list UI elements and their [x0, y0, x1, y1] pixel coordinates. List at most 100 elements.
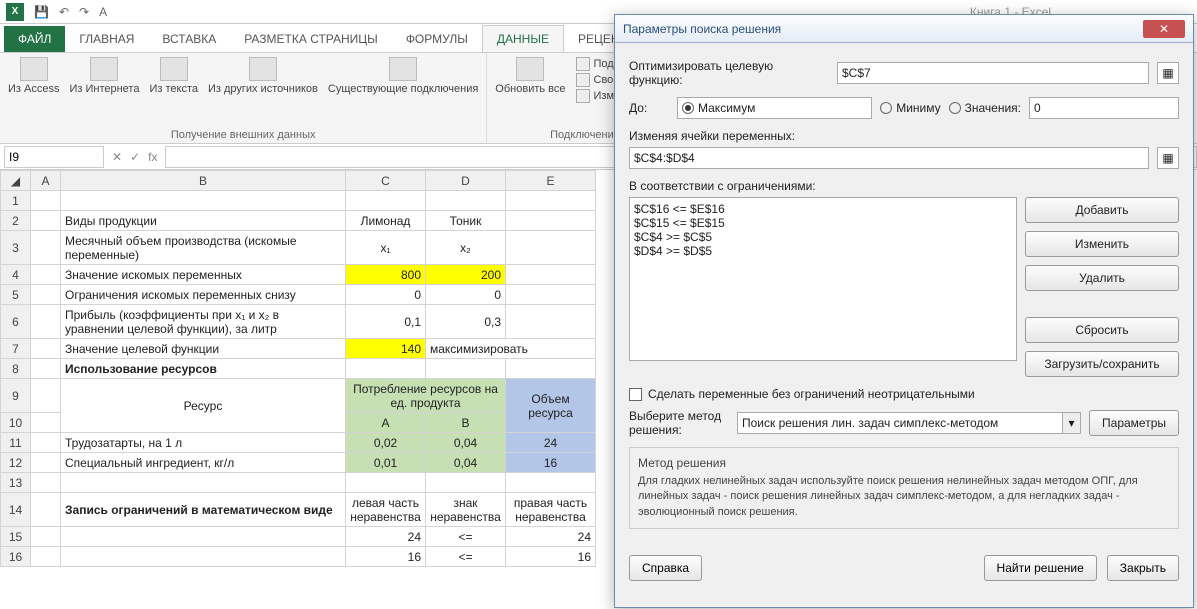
radio-min[interactable]: Миниму [880, 101, 940, 115]
row-header[interactable]: 3 [1, 231, 31, 265]
cell[interactable]: 0,04 [426, 453, 506, 473]
cell[interactable]: 0 [346, 285, 426, 305]
cell[interactable]: 16 [506, 453, 596, 473]
cell[interactable]: знак неравенства [426, 493, 506, 527]
chevron-down-icon[interactable]: ▾ [1063, 412, 1081, 434]
col-header-e[interactable]: E [506, 171, 596, 191]
cell[interactable] [506, 211, 596, 231]
from-other-button[interactable]: Из других источников [208, 57, 318, 95]
cell[interactable]: 24 [346, 527, 426, 547]
row-header[interactable]: 2 [1, 211, 31, 231]
variables-input[interactable]: $C$4:$D$4 [629, 147, 1149, 169]
cell[interactable] [346, 473, 426, 493]
cell[interactable]: <= [426, 547, 506, 567]
cell[interactable] [426, 191, 506, 211]
options-button[interactable]: Параметры [1089, 410, 1179, 436]
cell[interactable]: Ресурс [61, 379, 346, 433]
cell[interactable]: 0,01 [346, 453, 426, 473]
cell[interactable] [31, 547, 61, 567]
cell[interactable]: 0,3 [426, 305, 506, 339]
cell[interactable]: 200 [426, 265, 506, 285]
cell[interactable] [506, 231, 596, 265]
constraint-item[interactable]: $C$4 >= $C$5 [634, 230, 1012, 244]
cell[interactable] [31, 191, 61, 211]
row-header[interactable]: 1 [1, 191, 31, 211]
refresh-all-button[interactable]: Обновить все [495, 57, 565, 103]
add-button[interactable]: Добавить [1025, 197, 1179, 223]
cell[interactable]: Прибыль (коэффициенты при x₁ и x₂ в урав… [61, 305, 346, 339]
cell[interactable] [346, 191, 426, 211]
cell[interactable] [506, 305, 596, 339]
cell[interactable] [506, 285, 596, 305]
tab-data[interactable]: ДАННЫЕ [482, 25, 564, 52]
cell[interactable]: 0,1 [346, 305, 426, 339]
cell[interactable]: 0 [426, 285, 506, 305]
cell[interactable]: 24 [506, 433, 596, 453]
cell[interactable]: 16 [346, 547, 426, 567]
cell[interactable]: Значение целевой функции [61, 339, 346, 359]
objective-input[interactable]: $C$7 [837, 62, 1149, 84]
cell[interactable]: 16 [506, 547, 596, 567]
cell[interactable]: x₁ [346, 231, 426, 265]
cell[interactable]: правая часть неравенства [506, 493, 596, 527]
range-picker-icon[interactable]: ▦ [1157, 147, 1179, 169]
cell[interactable] [31, 493, 61, 527]
cell[interactable]: максимизировать [426, 339, 596, 359]
load-save-button[interactable]: Загрузить/сохранить [1025, 351, 1179, 377]
cell[interactable]: Потребление ресурсов на ед. продукта [346, 379, 506, 413]
cell[interactable]: Специальный ингредиент, кг/л [61, 453, 346, 473]
row-header[interactable]: 7 [1, 339, 31, 359]
constraint-item[interactable]: $C$15 <= $E$15 [634, 216, 1012, 230]
cell[interactable] [426, 473, 506, 493]
cell[interactable]: 24 [506, 527, 596, 547]
row-header[interactable]: 11 [1, 433, 31, 453]
cell[interactable] [31, 359, 61, 379]
row-header[interactable]: 13 [1, 473, 31, 493]
cell[interactable] [31, 211, 61, 231]
cell[interactable] [31, 473, 61, 493]
cancel-icon[interactable]: ✕ [112, 150, 122, 164]
row-header[interactable]: 14 [1, 493, 31, 527]
cell[interactable] [61, 473, 346, 493]
row-header[interactable]: 10 [1, 413, 31, 433]
change-button[interactable]: Изменить [1025, 231, 1179, 257]
name-box[interactable]: I9 [4, 146, 104, 168]
cell[interactable]: Ограничения искомых переменных снизу [61, 285, 346, 305]
radio-value[interactable]: Значения: [949, 101, 1021, 115]
value-input[interactable]: 0 [1029, 97, 1179, 119]
row-header[interactable]: 6 [1, 305, 31, 339]
font-icon[interactable]: A [99, 5, 107, 19]
cell[interactable]: Лимонад [346, 211, 426, 231]
fx-icon[interactable]: fx [148, 150, 157, 164]
undo-icon[interactable]: ↶ [59, 5, 69, 19]
cell[interactable] [506, 473, 596, 493]
constraint-item[interactable]: $D$4 >= $D$5 [634, 244, 1012, 258]
from-web-button[interactable]: Из Интернета [69, 57, 139, 95]
cell[interactable] [31, 231, 61, 265]
cell[interactable]: Запись ограничений в математическом виде [61, 493, 346, 527]
method-select[interactable]: Поиск решения лин. задач симплекс-методо… [737, 412, 1063, 434]
existing-connections-button[interactable]: Существующие подключения [328, 57, 478, 95]
cell[interactable]: Объем ресурса [506, 379, 596, 433]
cell[interactable] [506, 265, 596, 285]
row-header[interactable]: 5 [1, 285, 31, 305]
cell[interactable]: 800 [346, 265, 426, 285]
delete-button[interactable]: Удалить [1025, 265, 1179, 291]
row-header[interactable]: 8 [1, 359, 31, 379]
cell[interactable] [61, 547, 346, 567]
close-button[interactable]: Закрыть [1107, 555, 1179, 581]
cell[interactable]: x₂ [426, 231, 506, 265]
cell[interactable] [31, 305, 61, 339]
cell[interactable]: 0,04 [426, 433, 506, 453]
cell[interactable]: левая часть неравенства [346, 493, 426, 527]
row-header[interactable]: 16 [1, 547, 31, 567]
tab-formulas[interactable]: ФОРМУЛЫ [392, 26, 482, 52]
cell[interactable]: Трудозатарты, на 1 л [61, 433, 346, 453]
cell[interactable] [426, 359, 506, 379]
cell[interactable]: Месячный объем производства (искомые пер… [61, 231, 346, 265]
reset-button[interactable]: Сбросить [1025, 317, 1179, 343]
help-button[interactable]: Справка [629, 555, 702, 581]
dialog-titlebar[interactable]: Параметры поиска решения ✕ [615, 15, 1193, 43]
cell[interactable] [506, 359, 596, 379]
col-header-c[interactable]: C [346, 171, 426, 191]
